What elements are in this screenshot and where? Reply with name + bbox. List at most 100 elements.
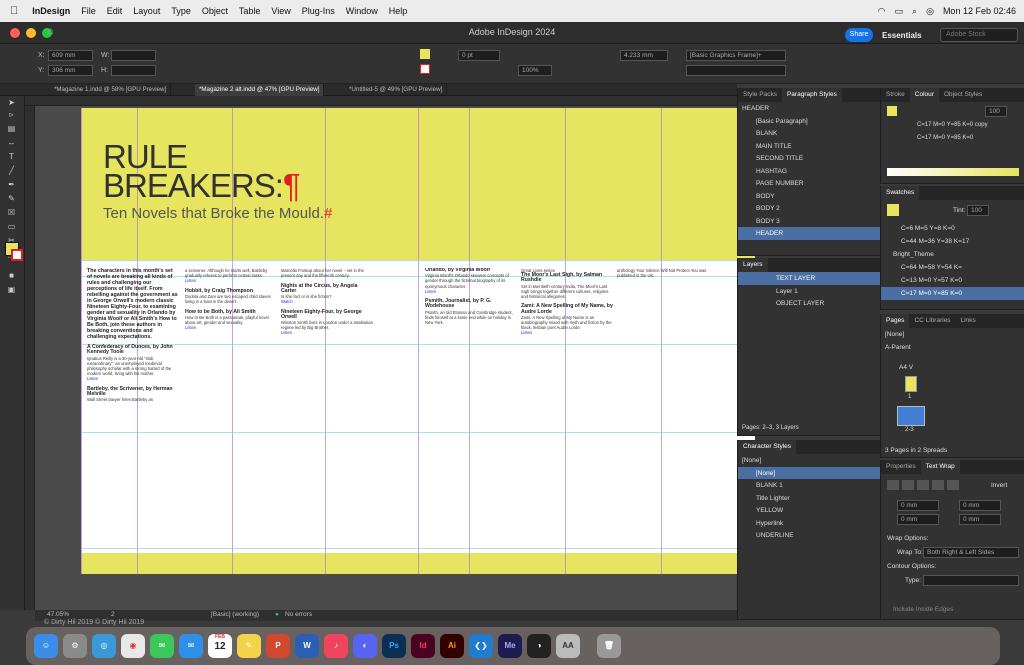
- preflight-profile[interactable]: [Basic] (working): [211, 611, 259, 618]
- swatch-item-selected[interactable]: C=17 M=0 Y=85 K=0: [881, 287, 1024, 300]
- layer-1[interactable]: Layer 1: [738, 285, 880, 298]
- tab-pages[interactable]: Pages: [881, 314, 910, 328]
- finder-icon[interactable]: ☺: [34, 634, 58, 658]
- character-style-item[interactable]: BLANK 1: [738, 479, 880, 492]
- notes-icon[interactable]: ✎: [237, 634, 261, 658]
- zoom-level[interactable]: 47.05%: [47, 611, 69, 618]
- tab-links[interactable]: Links: [956, 314, 981, 328]
- share-button[interactable]: Share: [845, 28, 873, 42]
- tab-magazine-2[interactable]: *Magazine 2 alt.indd @ 47% [GPU Preview]: [195, 84, 325, 96]
- no-wrap-icon[interactable]: [887, 480, 899, 490]
- include-inside-edges-checkbox[interactable]: Include Inside Edges: [893, 606, 953, 613]
- tab-character-styles[interactable]: Character Styles: [738, 440, 797, 454]
- selection-tool-icon[interactable]: ➤: [7, 98, 16, 107]
- launchpad-icon[interactable]: ⚙: [63, 634, 87, 658]
- frame-style-field-2[interactable]: [686, 65, 786, 76]
- word-icon[interactable]: W: [295, 634, 319, 658]
- text-column-6[interactable]: anthology Your Silence Will Not Protect …: [617, 268, 709, 308]
- search-icon[interactable]: ⌕: [912, 6, 917, 17]
- colour-fill-swatch[interactable]: [887, 106, 897, 116]
- preview-mode-icon[interactable]: ▣: [7, 285, 16, 294]
- menu-object[interactable]: Object: [202, 6, 228, 16]
- wrap-bbox-icon[interactable]: [902, 480, 914, 490]
- pages-none[interactable]: [None]: [881, 328, 1024, 341]
- battery-icon[interactable]: ▭: [895, 6, 904, 17]
- pen-tool-icon[interactable]: ✒: [7, 180, 16, 189]
- page-number-field[interactable]: 2: [111, 611, 115, 618]
- wifi-icon[interactable]: ◠: [878, 6, 886, 17]
- media-encoder-icon[interactable]: Me: [498, 634, 522, 658]
- stroke-weight-field[interactable]: 0 pt: [458, 50, 500, 61]
- paragraph-style-item[interactable]: BLANK: [738, 127, 880, 140]
- menu-window[interactable]: Window: [346, 6, 378, 16]
- character-style-item[interactable]: YELLOW: [738, 504, 880, 517]
- tab-colour[interactable]: Colour: [909, 88, 939, 102]
- menu-app-name[interactable]: InDesign: [32, 6, 70, 16]
- subheadline[interactable]: Ten Novels that Broke the Mould.#: [103, 205, 332, 222]
- swatches-tint-field[interactable]: 100: [967, 205, 989, 216]
- page-1-thumbnail[interactable]: [905, 376, 917, 392]
- paragraph-style-item[interactable]: BODY: [738, 190, 880, 203]
- size-field[interactable]: 4.233 mm: [620, 50, 668, 61]
- paragraph-style-item[interactable]: HASHTAG: [738, 165, 880, 178]
- colour-ramp[interactable]: [887, 168, 1019, 176]
- menu-edit[interactable]: Edit: [107, 6, 123, 16]
- opacity-field[interactable]: 100%: [518, 65, 552, 76]
- music-icon[interactable]: ♪: [324, 634, 348, 658]
- x-field[interactable]: 609 mm: [48, 50, 93, 61]
- messages-icon[interactable]: ✉: [150, 634, 174, 658]
- h-field[interactable]: [111, 65, 156, 76]
- trash-icon[interactable]: 🗑: [597, 634, 621, 658]
- menubar-datetime[interactable]: Mon 12 Feb 02:46: [943, 6, 1016, 16]
- menu-view[interactable]: View: [271, 6, 290, 16]
- chrome-icon[interactable]: ◉: [121, 634, 145, 658]
- paragraph-style-item[interactable]: BODY 2: [738, 202, 880, 215]
- vscode-icon[interactable]: ❮❯: [469, 634, 493, 658]
- swatch-group[interactable]: Bright_Theme: [881, 248, 1024, 261]
- page-size[interactable]: A4 V: [899, 364, 913, 371]
- invert-checkbox[interactable]: Invert: [991, 482, 1007, 489]
- stroke-colour-tool[interactable]: [11, 249, 23, 261]
- tab-cc-libraries[interactable]: CC Libraries: [909, 314, 955, 328]
- character-style-item[interactable]: Hyperlink: [738, 517, 880, 530]
- gap-tool-icon[interactable]: ↔: [7, 138, 16, 147]
- tab-object-styles[interactable]: Object Styles: [939, 88, 987, 102]
- pencil-tool-icon[interactable]: ✎: [7, 194, 16, 203]
- tab-stroke[interactable]: Stroke: [881, 88, 910, 102]
- tab-paragraph-styles[interactable]: Paragraph Styles: [781, 88, 842, 102]
- paragraph-style-item-selected[interactable]: HEADER: [738, 227, 880, 240]
- text-column-2[interactable]: a scrivener. Although he starts well, Ba…: [185, 268, 277, 548]
- rectangle-tool-icon[interactable]: ▭: [7, 222, 16, 231]
- text-column-1[interactable]: The characters in this month's set of no…: [87, 268, 179, 548]
- line-tool-icon[interactable]: ╱: [7, 166, 16, 175]
- menu-plugins[interactable]: Plug-Ins: [302, 6, 335, 16]
- tab-magazine-1[interactable]: *Magazine 1.indd @ 58% [GPU Preview]: [50, 84, 172, 96]
- spread-2-3-thumbnail[interactable]: [897, 406, 925, 426]
- frame-style-field[interactable]: [Basic Graphics Frame]+: [686, 50, 786, 61]
- direct-selection-icon[interactable]: ▹: [7, 110, 16, 119]
- pages-master[interactable]: A-Parent: [881, 341, 1024, 354]
- swatch-item[interactable]: C=6 M=5 Y=8 K=0: [881, 222, 1024, 235]
- paragraph-style-item[interactable]: MAIN TITLE: [738, 140, 880, 153]
- jump-object-icon[interactable]: [932, 480, 944, 490]
- jump-column-icon[interactable]: [947, 480, 959, 490]
- magazine-spread[interactable]: RULE BREAKERS:¶ Ten Novels that Broke th…: [81, 108, 755, 574]
- swatch-item[interactable]: C=13 M=0 Y=57 K=0: [881, 274, 1024, 287]
- swatches-fill-icon[interactable]: [887, 204, 899, 216]
- paragraph-style-item[interactable]: PAGE NUMBER: [738, 177, 880, 190]
- character-style-item-selected[interactable]: [None]: [738, 466, 880, 479]
- text-column-4[interactable]: Orlando, by Virginia Woolf Virginia Wool…: [425, 268, 517, 548]
- control-center-icon[interactable]: ◎: [926, 6, 934, 17]
- pasteboard[interactable]: RULE BREAKERS:¶ Ten Novels that Broke th…: [35, 106, 755, 610]
- menu-type[interactable]: Type: [171, 6, 191, 16]
- tab-swatches[interactable]: Swatches: [881, 186, 920, 200]
- page-tool-icon[interactable]: ▤: [7, 124, 16, 133]
- paragraph-style-item[interactable]: BODY 3: [738, 215, 880, 228]
- menu-help[interactable]: Help: [389, 6, 408, 16]
- stroke-swatch[interactable]: [420, 64, 430, 74]
- indesign-icon[interactable]: Id: [411, 634, 435, 658]
- character-style-item[interactable]: UNDERLINE: [738, 529, 880, 542]
- paragraph-style-item[interactable]: [Basic Paragraph]: [738, 115, 880, 128]
- wrap-to-select[interactable]: Both Right & Left Sides: [923, 547, 1019, 558]
- font-book-icon[interactable]: AA: [556, 634, 580, 658]
